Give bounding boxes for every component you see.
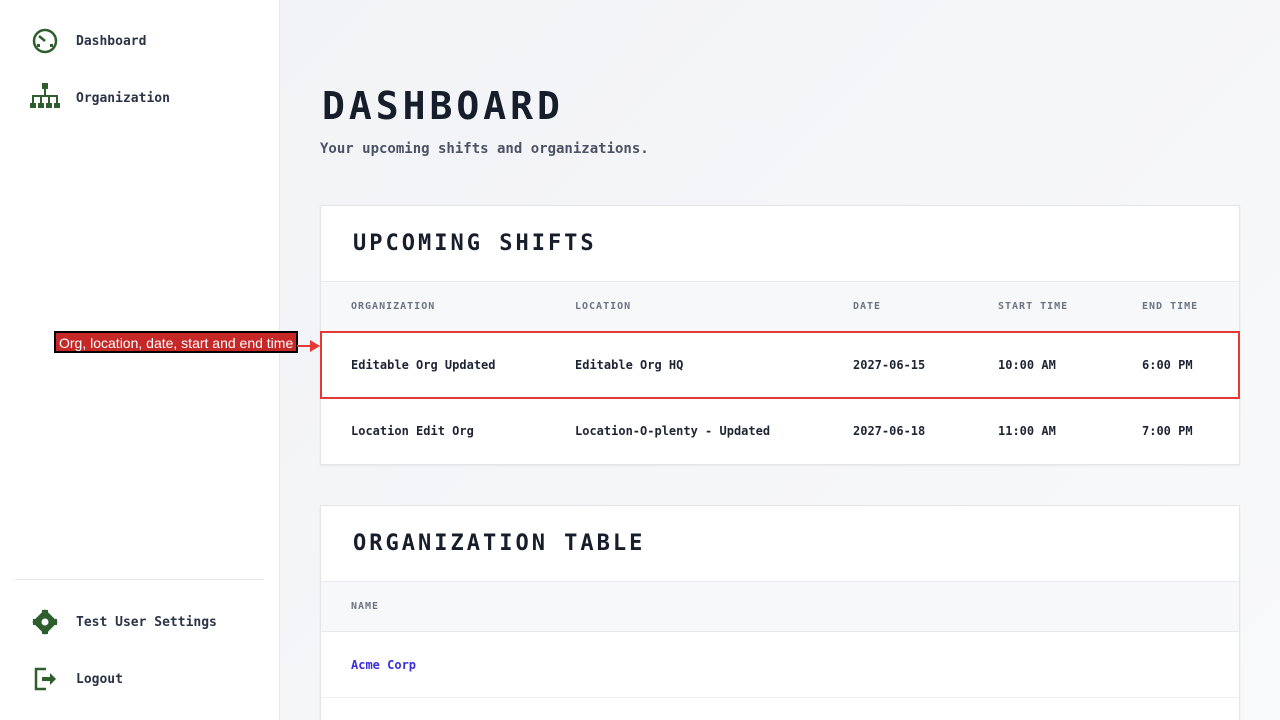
organization-table-card: ORGANIZATION TABLE NAME Acme Corp (320, 505, 1240, 720)
sidebar-item-settings[interactable]: Test User Settings (28, 602, 217, 642)
card-title: UPCOMING SHIFTS (321, 206, 1239, 282)
sidebar-item-label: Dashboard (76, 33, 147, 49)
cell-organization: Editable Org Updated (351, 357, 496, 372)
cell-end-time: 6:00 PM (1142, 357, 1193, 372)
table-row[interactable]: Editable Org Updated Editable Org HQ 202… (321, 332, 1239, 398)
gear-icon (28, 605, 62, 639)
cell-location: Location-O-plenty - Updated (575, 424, 771, 438)
sidebar-item-label: Test User Settings (76, 614, 217, 630)
cell-date: 2027-06-15 (853, 357, 926, 372)
dashboard-icon (28, 24, 62, 58)
annotation-label: Org, location, date, start and end time (54, 331, 299, 353)
column-header-start-time: START TIME (998, 301, 1069, 312)
cell-start-time: 10:00 AM (998, 357, 1056, 372)
sidebar-item-label: Organization (76, 90, 170, 106)
upcoming-shifts-card: UPCOMING SHIFTS ORGANIZATION LOCATION DA… (320, 205, 1240, 465)
annotation-arrow-head (310, 340, 320, 352)
logout-icon (28, 662, 62, 696)
column-header-name: NAME (351, 601, 380, 612)
cell-end-time: 7:00 PM (1142, 424, 1193, 438)
cell-start-time: 11:00 AM (998, 424, 1056, 438)
cell-location: Editable Org HQ (575, 357, 684, 372)
column-header-date: DATE (853, 301, 882, 312)
column-header-organization: ORGANIZATION (351, 301, 436, 312)
card-title: ORGANIZATION TABLE (321, 506, 1239, 582)
sidebar-item-logout[interactable]: Logout (28, 659, 123, 699)
sidebar-item-organization[interactable]: Organization (28, 78, 170, 118)
table-row[interactable]: Location Edit Org Location-O-plenty - Up… (321, 398, 1239, 464)
column-header-location: LOCATION (575, 301, 632, 312)
cell-date: 2027-06-18 (853, 424, 926, 438)
sidebar: Dashboard Organization Test User Setting… (0, 0, 280, 720)
column-header-end-time: END TIME (1142, 301, 1199, 312)
table-row: Acme Corp (321, 632, 1239, 698)
page-title: DASHBOARD (322, 84, 564, 128)
cell-organization: Location Edit Org (351, 424, 474, 438)
sidebar-divider (15, 579, 264, 580)
org-chart-icon (28, 81, 62, 115)
table-header: NAME (321, 582, 1239, 632)
organization-link[interactable]: Acme Corp (351, 658, 416, 672)
sidebar-item-dashboard[interactable]: Dashboard (28, 21, 146, 61)
table-header: ORGANIZATION LOCATION DATE START TIME EN… (321, 282, 1239, 332)
sidebar-item-label: Logout (76, 671, 123, 687)
main-content: DASHBOARD Your upcoming shifts and organ… (280, 0, 1280, 720)
page-subtitle: Your upcoming shifts and organizations. (320, 141, 649, 157)
annotation-arrow-line (297, 345, 311, 347)
